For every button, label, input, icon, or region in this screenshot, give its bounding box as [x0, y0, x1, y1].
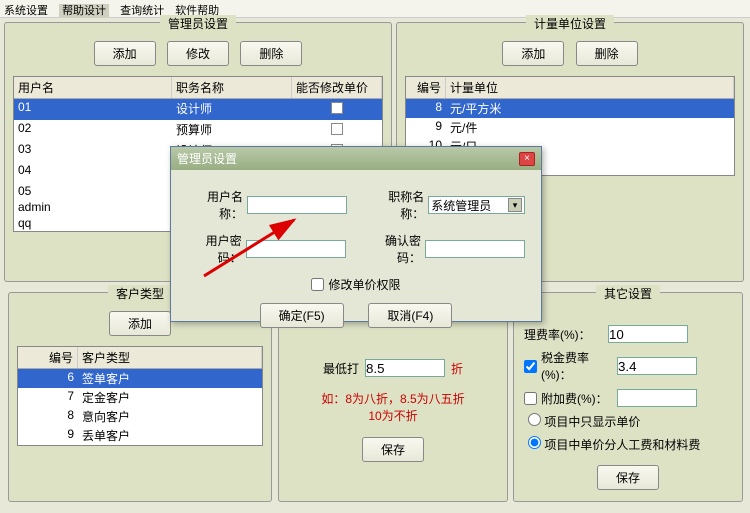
add-fee-label: 附加费(%)：: [541, 390, 617, 407]
unit-delete-button[interactable]: 删除: [576, 41, 638, 66]
role-dropdown-value: 系统管理员: [431, 197, 491, 214]
price-only-radio[interactable]: [528, 413, 541, 426]
min-discount-input[interactable]: [365, 359, 445, 377]
mgmt-fee-input[interactable]: [608, 325, 688, 343]
table-row[interactable]: 02预算师: [14, 120, 382, 141]
other-panel-title: 其它设置: [596, 285, 660, 302]
admin-panel-title: 管理员设置: [160, 15, 236, 32]
chevron-down-icon: ▾: [508, 198, 522, 212]
modify-price-checkbox[interactable]: [311, 278, 324, 291]
price-split-radio[interactable]: [528, 436, 541, 449]
discount-hint: 如：8为八折，8.5为八五折 10为不折: [279, 391, 507, 425]
dialog-ok-button[interactable]: 确定(F5): [260, 303, 344, 328]
table-row[interactable]: 6签单客户: [18, 369, 262, 388]
password-label: 用户密码：: [187, 232, 242, 266]
close-icon[interactable]: ×: [519, 152, 535, 166]
admin-add-button[interactable]: 添加: [94, 41, 156, 66]
price-split-label: 项目中单价分人工费和材料费: [544, 438, 700, 452]
username-label: 用户名称：: [187, 188, 243, 222]
table-row[interactable]: 8意向客户: [18, 407, 262, 426]
table-row[interactable]: 01设计师: [14, 99, 382, 120]
tax-fee-label: 税金费率(%)：: [541, 349, 617, 383]
admin-dialog: 管理员设置 × 用户名称： 职称名称： 系统管理员 ▾ 用户密码： 确认密码： …: [170, 146, 542, 322]
discount-suffix: 折: [451, 360, 463, 377]
admin-col-user: 用户名: [14, 77, 172, 98]
menu-query[interactable]: 查询统计: [120, 5, 164, 17]
role-dropdown[interactable]: 系统管理员 ▾: [428, 196, 525, 214]
min-discount-label: 最低打: [323, 360, 359, 377]
cust-col-id: 编号: [18, 347, 78, 368]
other-panel: 其它设置 理费率(%)： 税金费率(%)： 附加费(%)： 项目中只显示单价 项…: [513, 292, 743, 502]
table-row[interactable]: 8元/平方米: [406, 99, 734, 118]
dialog-cancel-button[interactable]: 取消(F4): [368, 303, 452, 328]
password2-input[interactable]: [425, 240, 525, 258]
menu-bar: 系统设置 帮助设计 查询统计 软件帮助: [0, 0, 750, 18]
unit-panel-title: 计量单位设置: [526, 15, 614, 32]
admin-edit-button[interactable]: 修改: [167, 41, 229, 66]
menu-system[interactable]: 系统设置: [4, 5, 48, 17]
cust-add-button[interactable]: 添加: [109, 311, 171, 336]
dialog-title-text: 管理员设置: [177, 150, 237, 167]
password2-label: 确认密码：: [366, 232, 421, 266]
table-row[interactable]: 9丢单客户: [18, 426, 262, 445]
admin-delete-button[interactable]: 删除: [240, 41, 302, 66]
password-input[interactable]: [246, 240, 346, 258]
unit-col-id: 编号: [406, 77, 446, 98]
price-only-label: 项目中只显示单价: [544, 415, 640, 429]
discount-save-button[interactable]: 保存: [362, 437, 424, 462]
customer-panel-title: 客户类型: [108, 285, 172, 302]
admin-col-role: 职务名称: [172, 77, 292, 98]
role-label: 职称名称：: [368, 188, 424, 222]
row-checkbox[interactable]: [331, 102, 343, 114]
cust-col-type: 客户类型: [78, 347, 262, 368]
menu-help-design[interactable]: 帮助设计: [59, 4, 109, 18]
add-fee-input[interactable]: [617, 389, 697, 407]
admin-col-chk: 能否修改单价: [292, 77, 382, 98]
customer-table: 编号 客户类型 6签单客户7定金客户8意向客户9丢单客户: [17, 346, 263, 446]
tax-fee-checkbox[interactable]: [524, 360, 537, 373]
username-input[interactable]: [247, 196, 347, 214]
unit-add-button[interactable]: 添加: [502, 41, 564, 66]
table-row[interactable]: 7定金客户: [18, 388, 262, 407]
unit-col-unit: 计量单位: [446, 77, 734, 98]
row-checkbox[interactable]: [331, 123, 343, 135]
other-save-button[interactable]: 保存: [597, 465, 659, 490]
add-fee-checkbox[interactable]: [524, 392, 537, 405]
tax-fee-input[interactable]: [617, 357, 697, 375]
modify-price-label: 修改单价权限: [328, 276, 400, 293]
table-row[interactable]: 9元/件: [406, 118, 734, 137]
